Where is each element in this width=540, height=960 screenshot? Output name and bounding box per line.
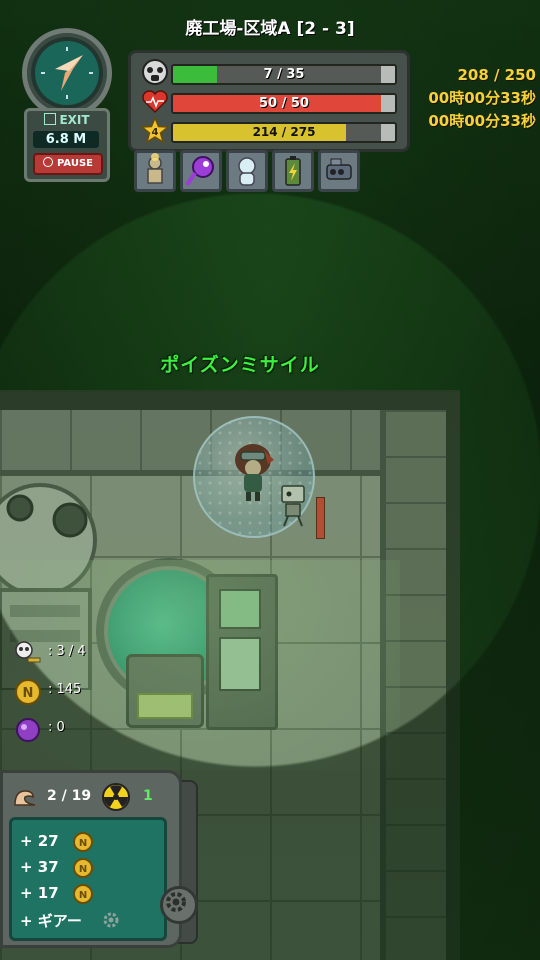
- skill-popup-text: ポイズンミサイル: [160, 354, 320, 376]
- exit-panel: EXIT 6.8 M PAUSE: [24, 108, 110, 182]
- ghost-icon: [238, 157, 256, 186]
- status-bars-panel: 7 / 35 50 / 50 4 214 / 275: [128, 50, 410, 152]
- pause-icon: [43, 157, 53, 167]
- elapsed-time: 00時00分33秒: [428, 89, 536, 107]
- exit-door-icon: [44, 113, 57, 125]
- gem-counter: : 0: [14, 716, 114, 744]
- poison-bar: 7 / 35: [171, 64, 397, 85]
- reward-amount-3: + 17: [20, 884, 59, 902]
- skill-slot-5[interactable]: [318, 150, 360, 192]
- skull-key-icon: [15, 641, 41, 663]
- player-character: [235, 444, 274, 501]
- kill-count: 208 / 250: [457, 66, 536, 84]
- exit-label-text: EXIT: [59, 113, 90, 127]
- coin-icon: N: [73, 832, 93, 852]
- settings-gear-button[interactable]: [160, 886, 198, 924]
- exit-distance: 6.8 M: [33, 131, 99, 148]
- level-number: 4: [152, 127, 159, 138]
- gear-icon: [166, 892, 186, 912]
- key-count: : 3 / 4: [48, 644, 86, 659]
- skill-bar: [134, 150, 364, 196]
- doll-icon: [147, 153, 163, 184]
- skill-slot-4[interactable]: [272, 150, 314, 192]
- gas-mask-icon: [142, 59, 168, 85]
- purple-gem-icon: [16, 718, 40, 742]
- reward-header: 2 / 19 1: [7, 779, 167, 815]
- reward-list: + 27 N + 37 N + 17 N + ギアー: [9, 817, 167, 941]
- key-counter: : 3 / 4: [14, 640, 114, 668]
- gear-icon: [103, 912, 119, 928]
- skill-slot-2[interactable]: [180, 150, 222, 192]
- coin-icon: N: [73, 884, 93, 904]
- purple-orb-icon: [185, 156, 214, 187]
- wall-right: [380, 410, 446, 960]
- missile-pod-icon: [326, 158, 352, 180]
- coin-count: : 145: [48, 682, 82, 697]
- health-value: 50 / 50: [259, 96, 309, 111]
- compass-arrow-icon: [41, 47, 93, 99]
- exp-value: 214 / 275: [252, 125, 316, 139]
- radiation-count: 1: [143, 788, 153, 804]
- right-info-panel: 208 / 250 00時00分33秒 00時00分33秒: [396, 64, 536, 133]
- radiation-icon: [102, 783, 130, 811]
- reward-coin-line-3: + 17 N: [20, 884, 160, 908]
- supply-crate[interactable]: [126, 654, 204, 728]
- health-bar: 50 / 50: [171, 93, 397, 114]
- reward-gear-label: + ギアー: [20, 912, 82, 930]
- reward-coin-line-2: + 37 N: [20, 858, 160, 882]
- heart-icon: [142, 90, 168, 114]
- health-bar-row: 50 / 50: [141, 90, 399, 114]
- coin-icon: N: [15, 679, 41, 705]
- svg-text:N: N: [23, 686, 34, 701]
- reward-amount-2: + 37: [20, 858, 59, 876]
- coin-counter: N : 145: [14, 678, 114, 706]
- svg-text:N: N: [79, 838, 87, 849]
- reward-amount-1: + 27: [20, 832, 59, 850]
- reward-coin-line-1: + 27 N: [20, 832, 160, 856]
- pause-label: PAUSE: [57, 158, 93, 169]
- exp-bar: 214 / 275: [171, 122, 397, 143]
- robot-companion: [281, 485, 305, 527]
- skill-slot-3[interactable]: [226, 150, 268, 192]
- gem-count: : 0: [48, 720, 65, 735]
- poison-value: 7 / 35: [263, 67, 305, 82]
- svg-text:N: N: [79, 890, 87, 901]
- strength-count: 2 / 19: [47, 788, 92, 804]
- exit-label: EXIT: [31, 113, 103, 129]
- stage-title: 廃工場-区域A [2 - 3]: [185, 19, 355, 39]
- exp-bar-row: 4 214 / 275: [141, 117, 399, 143]
- coin-icon: N: [73, 858, 93, 878]
- poison-bar-row: 7 / 35: [141, 59, 399, 85]
- battery-icon: [285, 156, 301, 186]
- pause-button[interactable]: PAUSE: [33, 153, 103, 175]
- enemy-health-indicator: [316, 497, 325, 539]
- muscle-arm-icon: [14, 790, 36, 806]
- game-screen: ポイズンミサイル 廃工場-区域A [2 - 3] EXIT 6.8 M PAUS…: [0, 0, 540, 960]
- compass: [22, 28, 112, 118]
- best-time: 00時00分33秒: [428, 112, 536, 130]
- exit-compass-panel: EXIT 6.8 M PAUSE: [22, 28, 112, 182]
- level-star-icon: 4: [141, 117, 169, 143]
- control-console: [206, 574, 278, 730]
- reward-gear-line: + ギアー: [20, 910, 160, 934]
- skill-slot-1[interactable]: [134, 150, 176, 192]
- reward-panel: 2 / 19 1 + 27 N + 37 N + 17 N + ギアー: [0, 770, 182, 948]
- svg-text:N: N: [79, 864, 87, 875]
